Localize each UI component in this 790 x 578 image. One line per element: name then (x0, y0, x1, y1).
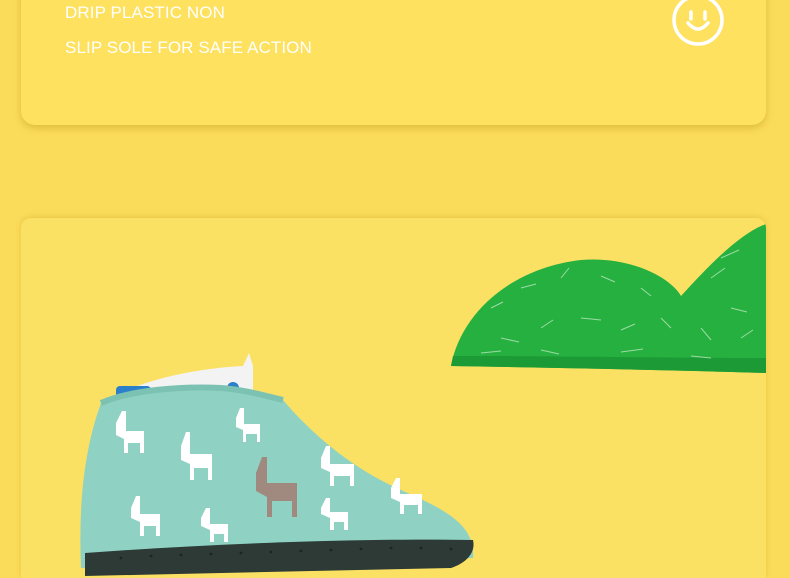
feature-line-2: SLIP SOLE FOR SAFE ACTION (65, 38, 312, 57)
alpaca-shoe-cover (80, 353, 474, 576)
product-photo-card (21, 218, 766, 578)
green-shoe-cover (451, 224, 766, 373)
feature-line-1: DRIP PLASTIC NON (65, 3, 225, 22)
product-photo (80, 224, 766, 576)
smiley-face-icon (672, 0, 724, 46)
